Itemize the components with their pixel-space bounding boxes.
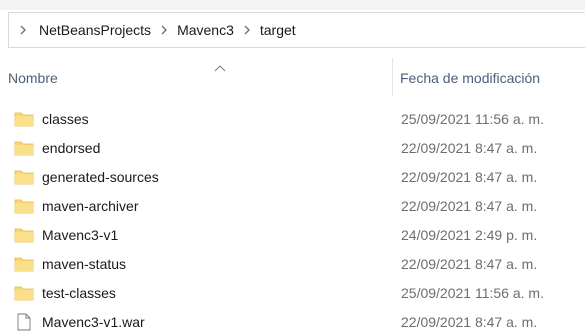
list-item[interactable]: generated-sources 22/09/2021 8:47 a. m. [0,163,585,192]
folder-icon [14,284,34,302]
file-date: 24/09/2021 2:49 p. m. [401,227,538,243]
file-name: classes [42,111,89,127]
column-header-name[interactable]: Nombre [8,70,58,86]
column-header-date[interactable]: Fecha de modificación [400,70,540,86]
list-item[interactable]: maven-archiver 22/09/2021 8:47 a. m. [0,192,585,221]
file-date: 22/09/2021 8:47 a. m. [401,169,538,185]
list-item[interactable]: maven-status 22/09/2021 8:47 a. m. [0,250,585,279]
window-top-strip [0,0,585,10]
file-explorer: NetBeansProjects Mavenc3 target Nombre F… [0,0,585,335]
breadcrumb-mavenc3[interactable]: Mavenc3 [177,22,234,38]
file-date: 22/09/2021 8:47 a. m. [401,140,538,156]
file-name: endorsed [42,140,101,156]
file-date: 25/09/2021 11:56 a. m. [401,111,544,127]
folder-icon [14,226,34,244]
file-date: 25/09/2021 11:56 a. m. [401,285,544,301]
list-item[interactable]: endorsed 22/09/2021 8:47 a. m. [0,134,585,163]
list-item[interactable]: test-classes 25/09/2021 11:56 a. m. [0,279,585,308]
list-item[interactable]: Mavenc3-v1 24/09/2021 2:49 p. m. [0,221,585,250]
chevron-right-icon[interactable] [9,25,39,35]
folder-icon [14,139,34,157]
folder-icon [14,110,34,128]
folder-icon [14,168,34,186]
file-name: generated-sources [42,169,159,185]
file-name: maven-archiver [42,198,139,214]
column-header-row: Nombre Fecha de modificación [0,58,585,96]
sort-ascending-icon [214,59,226,72]
column-divider[interactable] [392,58,393,96]
list-item[interactable]: classes 25/09/2021 11:56 a. m. [0,105,585,134]
file-date: 22/09/2021 8:47 a. m. [401,198,538,214]
address-bar[interactable]: NetBeansProjects Mavenc3 target [8,12,585,48]
list-item[interactable]: Mavenc3-v1.war 22/09/2021 8:47 a. m. [0,308,585,335]
chevron-right-icon[interactable] [234,25,260,35]
file-name: maven-status [42,256,127,272]
file-name: test-classes [42,285,116,301]
file-name: Mavenc3-v1 [42,227,119,243]
folder-icon [14,197,34,215]
file-icon [14,313,34,331]
file-date: 22/09/2021 8:47 a. m. [401,256,538,272]
file-date: 22/09/2021 8:47 a. m. [401,314,538,330]
folder-icon [14,255,34,273]
breadcrumb-netbeansprojects[interactable]: NetBeansProjects [39,22,151,38]
file-list: classes 25/09/2021 11:56 a. m. endorsed … [0,105,585,335]
file-name: Mavenc3-v1.war [42,314,145,330]
breadcrumb-target[interactable]: target [260,22,296,38]
chevron-right-icon[interactable] [151,25,177,35]
